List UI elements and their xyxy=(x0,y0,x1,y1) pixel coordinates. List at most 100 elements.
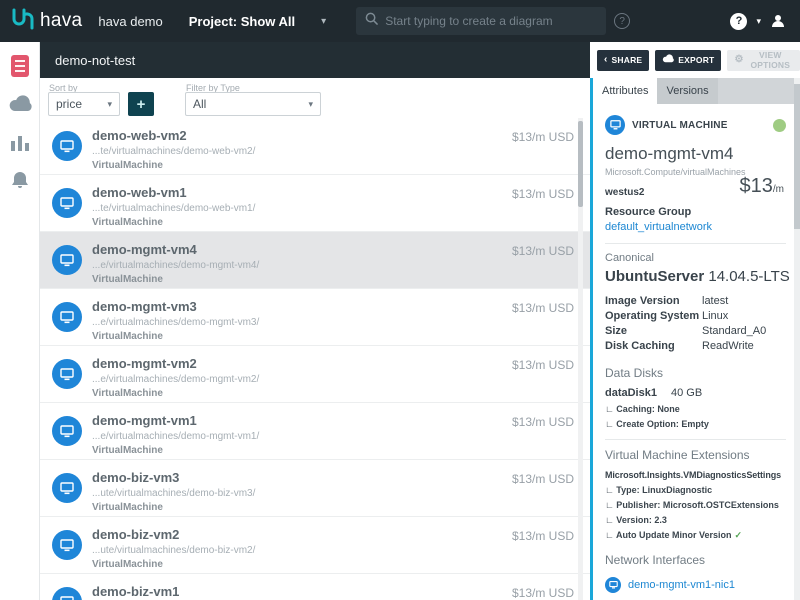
tab-versions[interactable]: Versions xyxy=(657,78,717,104)
nic-icon xyxy=(605,577,621,593)
sort-select[interactable]: price ▾ xyxy=(48,92,120,116)
attr-value: Linux xyxy=(702,309,728,324)
extension-auto-update: ∟ Auto Update Minor Version✓ xyxy=(605,530,786,541)
divider xyxy=(605,439,786,440)
help-icon[interactable]: ? xyxy=(730,13,747,30)
chevron-down-icon: ▾ xyxy=(107,99,112,110)
list-item[interactable]: demo-mgmt-vm1 ...e/virtualmachines/demo-… xyxy=(40,403,590,460)
environments-icon xyxy=(10,54,30,83)
resource-price: $13/m USD xyxy=(512,472,574,486)
extension-detail: ∟ Type: LinuxDiagnostic xyxy=(605,485,786,495)
cloud-icon xyxy=(8,95,32,117)
publisher-label: Canonical xyxy=(605,252,786,264)
resource-price: $13/m USD xyxy=(512,244,574,258)
page-title: demo-not-test xyxy=(55,53,135,68)
resource-name: demo-mgmt-vm4 xyxy=(92,242,259,257)
disk-entry: dataDisk140 GB xyxy=(605,387,786,399)
resource-path: ...e/virtualmachines/demo-mgmt-vm4/ xyxy=(92,260,259,271)
list-scrollbar-thumb[interactable] xyxy=(578,121,583,207)
list-item[interactable]: demo-biz-vm3 ...ute/virtualmachines/demo… xyxy=(40,460,590,517)
resource-path: ...e/virtualmachines/demo-mgmt-vm3/ xyxy=(92,317,259,328)
resource-price: $13/m USD xyxy=(512,130,574,144)
price-value: $13/m xyxy=(740,175,784,198)
resource-header: VIRTUAL MACHINE xyxy=(605,115,786,135)
vm-icon xyxy=(52,359,82,389)
disk-size: 40 GB xyxy=(671,387,702,399)
resource-price: $13/m USD xyxy=(512,301,574,315)
list-item[interactable]: demo-mgmt-vm3 ...e/virtualmachines/demo-… xyxy=(40,289,590,346)
vm-icon xyxy=(52,530,82,560)
resource-name: demo-biz-vm3 xyxy=(92,470,255,485)
gear-icon: ⚙ xyxy=(734,55,743,65)
attr-label: Image Version xyxy=(605,294,702,309)
attributes-content: VIRTUAL MACHINE demo-mgmt-vm4 Microsoft.… xyxy=(593,104,800,600)
chevron-down-icon: ▾ xyxy=(321,16,326,27)
search-box[interactable] xyxy=(356,7,606,35)
brand[interactable]: hava xyxy=(10,7,82,36)
export-cloud-icon xyxy=(662,54,674,66)
share-button[interactable]: ‹ SHARE xyxy=(597,50,649,71)
resource-name: demo-web-vm2 xyxy=(92,128,255,143)
list-toolbar: Sort by price ▾ + Filter by Type All ▾ xyxy=(40,78,590,118)
user-icon[interactable] xyxy=(770,13,786,29)
resource-type: VirtualMachine xyxy=(92,274,259,285)
resource-name: demo-mgmt-vm2 xyxy=(92,356,259,371)
resource-price: $13/m USD xyxy=(512,415,574,429)
view-options-button[interactable]: ⚙ VIEW OPTIONS xyxy=(727,50,800,71)
filter-select-value: All xyxy=(193,97,206,111)
region-label: westus2 xyxy=(605,187,644,198)
status-indicator xyxy=(773,119,786,132)
list-item[interactable]: demo-biz-vm2 ...ute/virtualmachines/demo… xyxy=(40,517,590,574)
filter-type-select[interactable]: All ▾ xyxy=(185,92,321,116)
resource-path: ...te/virtualmachines/demo-web-vm2/ xyxy=(92,146,255,157)
panel-tabs: Attributes Versions xyxy=(593,78,800,104)
resource-name: demo-mgmt-vm3 xyxy=(92,299,259,314)
vm-icon xyxy=(52,188,82,218)
panel-action-bar: ‹ SHARE EXPORT ⚙ VIEW OPTIONS xyxy=(590,42,800,78)
list-item[interactable]: demo-mgmt-vm2 ...e/virtualmachines/demo-… xyxy=(40,346,590,403)
list-item[interactable]: demo-web-vm1 ...te/virtualmachines/demo-… xyxy=(40,175,590,232)
attr-label: Disk Caching xyxy=(605,339,702,354)
nic-link[interactable]: demo-mgmt-vm1-nic1 xyxy=(628,579,735,591)
sidebar-item-stats[interactable] xyxy=(7,131,33,157)
sidebar-item-alerts[interactable] xyxy=(7,169,33,195)
search-input[interactable] xyxy=(385,14,597,28)
resource-price: $13/m USD xyxy=(512,358,574,372)
resource-price: $13/m USD xyxy=(512,586,574,600)
list-item[interactable]: demo-biz-vm1 ...ute/virtualmachines/demo… xyxy=(40,574,590,600)
bell-icon xyxy=(10,170,30,195)
resource-group-link[interactable]: default_virtualnetwork xyxy=(605,221,786,233)
user-menu-caret-icon[interactable]: ▾ xyxy=(756,16,761,27)
help-outline-icon[interactable]: ? xyxy=(614,13,630,29)
main-content: demo-not-test Sort by price ▾ + Filter b… xyxy=(40,42,590,600)
sidebar-item-clouds[interactable] xyxy=(7,93,33,119)
vm-icon xyxy=(52,245,82,275)
resource-type: VirtualMachine xyxy=(92,502,255,513)
image-offer: UbuntuServer 14.04.5-LTS xyxy=(605,268,786,285)
project-dropdown[interactable]: Project: Show All ▾ xyxy=(189,14,326,29)
list-item[interactable]: demo-web-vm2 ...te/virtualmachines/demo-… xyxy=(40,118,590,175)
sidebar-item-environments[interactable] xyxy=(7,55,33,81)
attribute-table: Image Version latest Operating System Li… xyxy=(605,294,786,354)
resource-type: VirtualMachine xyxy=(92,217,255,228)
left-icon-sidebar xyxy=(0,42,40,600)
divider xyxy=(605,243,786,244)
resource-title: demo-mgmt-vm4 xyxy=(605,144,786,164)
attr-value: ReadWrite xyxy=(702,339,754,354)
check-icon: ✓ xyxy=(734,530,742,540)
attributes-panel: ‹ SHARE EXPORT ⚙ VIEW OPTIONS Attributes… xyxy=(590,42,800,600)
resource-name: demo-biz-vm2 xyxy=(92,527,255,542)
tab-attributes[interactable]: Attributes xyxy=(593,78,657,104)
add-filter-button[interactable]: + xyxy=(128,92,154,116)
resource-list: demo-web-vm2 ...te/virtualmachines/demo-… xyxy=(40,118,590,600)
extensions-title: Virtual Machine Extensions xyxy=(605,448,786,462)
region-price-row: westus2 $13/m xyxy=(605,182,786,196)
resource-type: VirtualMachine xyxy=(92,388,259,399)
resource-path: ...e/virtualmachines/demo-mgmt-vm2/ xyxy=(92,374,259,385)
export-button[interactable]: EXPORT xyxy=(655,50,721,71)
panel-scrollbar-thumb[interactable] xyxy=(794,84,800,229)
list-item-selected[interactable]: demo-mgmt-vm4 ...e/virtualmachines/demo-… xyxy=(40,232,590,289)
chevron-down-icon: ▾ xyxy=(308,99,313,110)
attribute-row: Size Standard_A0 xyxy=(605,324,786,339)
resource-name: demo-biz-vm1 xyxy=(92,584,255,599)
